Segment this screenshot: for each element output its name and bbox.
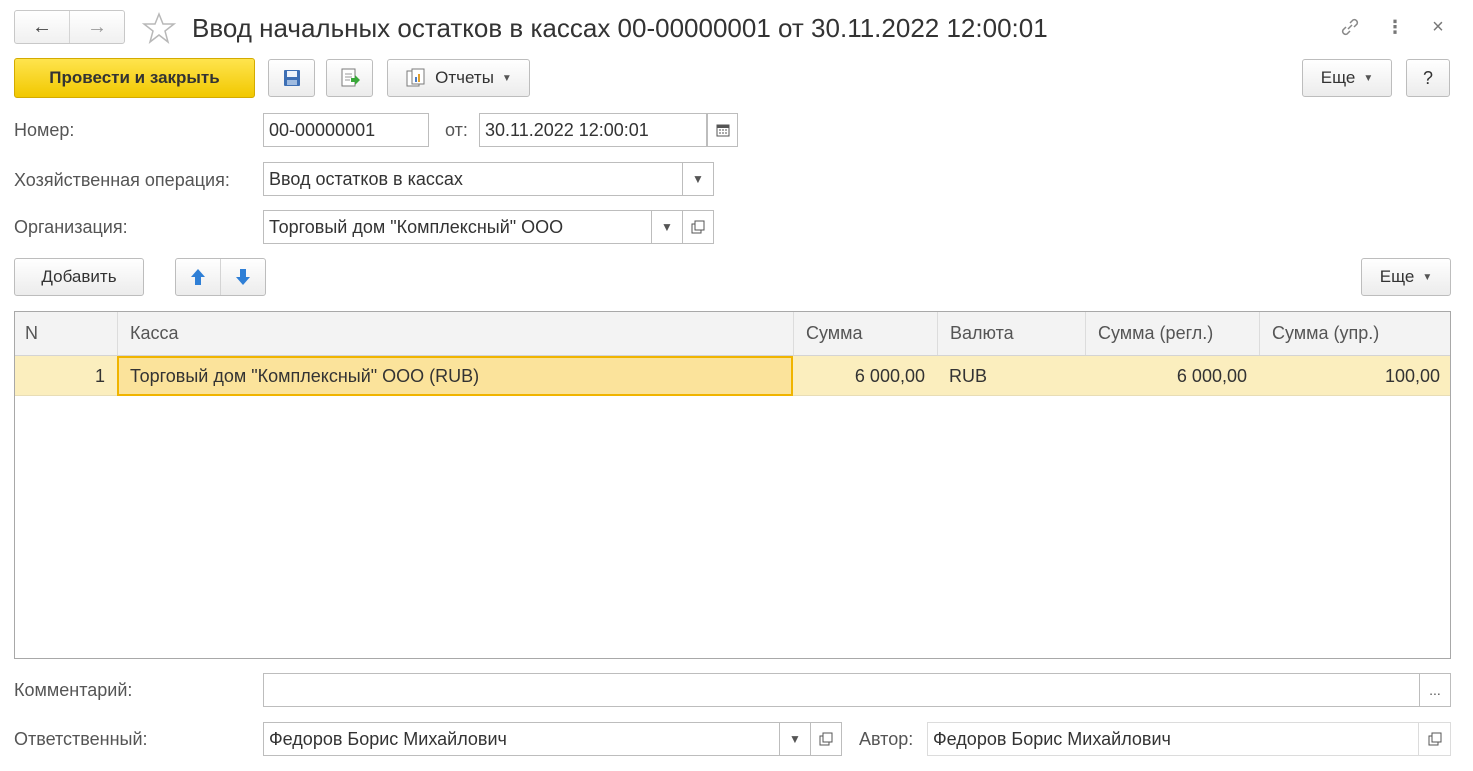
table-header: N Касса Сумма Валюта Сумма (регл.) Сумма… bbox=[15, 312, 1450, 356]
cell-cash[interactable]: Торговый дом "Комплексный" ООО (RUB) bbox=[117, 356, 793, 396]
date-field[interactable]: 30.11.2022 12:00:01 bbox=[479, 113, 707, 147]
date-label: от: bbox=[445, 120, 468, 140]
open-window-icon bbox=[819, 732, 833, 746]
reports-button[interactable]: Отчеты ▼ bbox=[387, 59, 530, 97]
post-button[interactable] bbox=[326, 59, 373, 97]
help-button[interactable]: ? bbox=[1406, 59, 1450, 97]
column-header-cash[interactable]: Касса bbox=[117, 312, 793, 355]
operation-dropdown-button[interactable]: ▼ bbox=[683, 162, 714, 196]
number-field[interactable]: 00-00000001 bbox=[263, 113, 429, 147]
author-open-button[interactable] bbox=[1419, 722, 1451, 756]
operation-field[interactable]: Ввод остатков в кассах bbox=[263, 162, 683, 196]
org-dropdown-button[interactable]: ▼ bbox=[652, 210, 683, 244]
forward-button[interactable]: → bbox=[69, 11, 124, 43]
move-buttons-group bbox=[175, 258, 266, 296]
calendar-button[interactable] bbox=[707, 113, 738, 147]
post-document-icon bbox=[341, 68, 360, 87]
reports-icon bbox=[406, 68, 425, 87]
cash-balances-table[interactable]: N Касса Сумма Валюта Сумма (регл.) Сумма… bbox=[14, 311, 1451, 659]
reports-label: Отчеты bbox=[435, 68, 494, 87]
move-up-button[interactable] bbox=[176, 259, 221, 295]
floppy-disk-icon bbox=[283, 70, 300, 86]
comment-field[interactable] bbox=[263, 673, 1420, 707]
column-header-amount[interactable]: Сумма bbox=[793, 312, 937, 355]
cell-amount[interactable]: 6 000,00 bbox=[793, 356, 937, 396]
chevron-down-icon: ▼ bbox=[789, 732, 801, 746]
chevron-down-icon: ▼ bbox=[661, 220, 673, 234]
arrow-left-icon: ← bbox=[32, 15, 52, 38]
table-more-button[interactable]: Еще ▼ bbox=[1361, 258, 1451, 296]
author-field: Федоров Борис Михайлович bbox=[927, 722, 1419, 756]
save-button[interactable] bbox=[268, 59, 315, 97]
number-label: Номер: bbox=[14, 120, 75, 140]
cell-amount-reg[interactable]: 6 000,00 bbox=[1085, 356, 1259, 396]
post-and-close-button[interactable]: Провести и закрыть bbox=[14, 58, 255, 98]
link-icon[interactable] bbox=[1336, 14, 1364, 40]
comment-expand-button[interactable]: ... bbox=[1420, 673, 1451, 707]
comment-label: Комментарий: bbox=[14, 680, 133, 700]
cell-amount-mgmt[interactable]: 100,00 bbox=[1259, 356, 1450, 396]
history-nav-group: ← → bbox=[14, 10, 125, 44]
arrow-down-icon bbox=[236, 269, 250, 285]
back-button[interactable]: ← bbox=[15, 11, 69, 43]
responsible-dropdown-button[interactable]: ▼ bbox=[780, 722, 811, 756]
chevron-down-icon: ▼ bbox=[1422, 271, 1433, 283]
column-header-n[interactable]: N bbox=[15, 312, 117, 355]
responsible-label: Ответственный: bbox=[14, 729, 148, 749]
operation-label: Хозяйственная операция: bbox=[14, 170, 230, 190]
add-row-button[interactable]: Добавить bbox=[14, 258, 144, 296]
more-button[interactable]: Еще ▼ bbox=[1302, 59, 1392, 97]
chevron-down-icon: ▼ bbox=[692, 172, 704, 186]
calendar-icon bbox=[716, 124, 729, 137]
column-header-currency[interactable]: Валюта bbox=[937, 312, 1085, 355]
more-label: Еще bbox=[1320, 68, 1356, 87]
org-field[interactable]: Торговый дом "Комплексный" ООО bbox=[263, 210, 652, 244]
table-row[interactable]: 1 Торговый дом "Комплексный" ООО (RUB) 6… bbox=[15, 356, 1450, 396]
open-window-icon bbox=[1428, 732, 1441, 746]
arrow-up-icon bbox=[191, 269, 205, 285]
cell-currency[interactable]: RUB bbox=[937, 356, 1085, 396]
org-label: Организация: bbox=[14, 217, 128, 237]
cell-n[interactable]: 1 bbox=[15, 356, 117, 396]
responsible-open-button[interactable] bbox=[811, 722, 842, 756]
favorite-star-icon[interactable] bbox=[141, 11, 177, 45]
chevron-down-icon: ▼ bbox=[501, 72, 512, 84]
more-vertical-icon[interactable]: ⋮ bbox=[1381, 14, 1409, 40]
page-title: Ввод начальных остатков в кассах 00-0000… bbox=[192, 13, 1048, 43]
chevron-down-icon: ▼ bbox=[1363, 72, 1374, 84]
open-window-icon bbox=[691, 220, 705, 234]
column-header-amount-reg[interactable]: Сумма (регл.) bbox=[1085, 312, 1259, 355]
close-icon[interactable]: × bbox=[1424, 14, 1452, 40]
author-label: Автор: bbox=[859, 729, 914, 749]
move-down-button[interactable] bbox=[221, 259, 265, 295]
responsible-field[interactable]: Федоров Борис Михайлович bbox=[263, 722, 780, 756]
arrow-right-icon: → bbox=[87, 15, 107, 38]
column-header-amount-mgmt[interactable]: Сумма (упр.) bbox=[1259, 312, 1450, 355]
table-more-label: Еще bbox=[1379, 267, 1415, 286]
org-open-button[interactable] bbox=[683, 210, 714, 244]
